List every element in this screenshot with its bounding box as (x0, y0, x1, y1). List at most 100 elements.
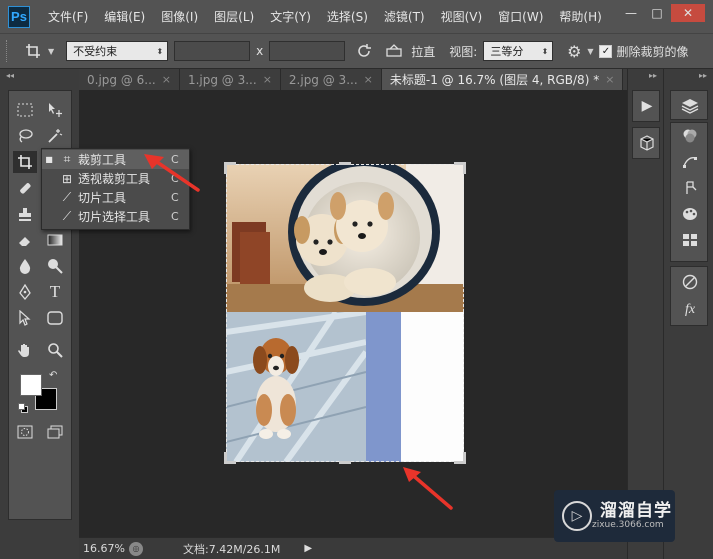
menu-window[interactable]: 窗口(W) (498, 8, 543, 25)
watermark-subtitle: zixue.3066.com (592, 520, 664, 530)
menu-layer[interactable]: 图层(L) (214, 8, 254, 25)
crop-handle-top-right[interactable] (454, 162, 466, 174)
menu-help[interactable]: 帮助(H) (559, 8, 601, 25)
menu-filter[interactable]: 滤镜(T) (384, 8, 425, 25)
crop-handle-top-left[interactable] (224, 162, 236, 174)
menu-view[interactable]: 视图(V) (441, 8, 483, 25)
menu-file[interactable]: 文件(F) (48, 8, 88, 25)
crop-handle-bottom-right[interactable] (454, 452, 466, 464)
chevron-down-icon[interactable]: ▼ (587, 47, 593, 56)
status-info-icon[interactable]: ◎ (129, 541, 143, 556)
layers-icon[interactable] (677, 95, 703, 117)
minimize-button[interactable]: — (619, 4, 643, 22)
annotation-arrow-flyout (144, 154, 200, 192)
swap-icon[interactable] (353, 41, 375, 61)
shape-tool-icon[interactable] (43, 307, 67, 329)
quick-mask-icon[interactable] (13, 421, 37, 443)
menu-select[interactable]: 选择(S) (327, 8, 368, 25)
tab-2jpg[interactable]: 2.jpg @ 3... × (281, 69, 382, 90)
type-tool-icon[interactable]: T (43, 281, 67, 303)
maximize-button[interactable]: □ (645, 4, 669, 22)
crop-tool-icon[interactable] (13, 151, 37, 173)
options-grip[interactable] (6, 40, 10, 62)
delete-cropped-label: 删除裁剪的像 (616, 44, 689, 59)
chevron-down-icon[interactable]: ▼ (48, 47, 54, 56)
close-icon[interactable]: × (263, 73, 272, 86)
close-button[interactable]: ✕ (671, 4, 705, 22)
collapse-arrows-icon[interactable]: ▸▸ (649, 71, 657, 80)
crop-handle-bottom-left[interactable] (224, 452, 236, 464)
move-tool-icon[interactable] (43, 99, 67, 121)
crop-handle-top-mid[interactable] (339, 162, 351, 165)
updown-icon: ⬍ (156, 46, 164, 56)
options-bar: ▼ 不受约束 ⬍ x 拉直 视图: 三等分 ⬍ ⚙ ▼ ✓ 删除裁剪的像 (0, 33, 713, 69)
adjustments-icon[interactable] (677, 271, 703, 293)
document-canvas[interactable] (224, 162, 466, 464)
screen-mode-icon[interactable] (43, 421, 67, 443)
collapse-arrows-icon[interactable]: ▸▸ (699, 71, 707, 80)
menu-edit[interactable]: 编辑(E) (104, 8, 145, 25)
zoom-tool-icon[interactable] (43, 339, 67, 361)
tab-label: 0.jpg @ 6... (87, 72, 156, 87)
status-menu-arrow-icon[interactable]: ▶ (304, 543, 312, 554)
delete-cropped-checkbox[interactable]: ✓ (599, 44, 613, 58)
crop-bounding-box[interactable] (226, 164, 464, 462)
color-palette-icon[interactable] (677, 203, 703, 225)
crop-icon: ⌗ (63, 152, 71, 166)
gear-icon[interactable]: ⚙ (563, 41, 585, 61)
history-icon[interactable] (677, 177, 703, 199)
zoom-level[interactable]: 16.67% (83, 542, 129, 555)
ratio-preset-select[interactable]: 不受约束 ⬍ (66, 41, 169, 61)
ratio-width-input[interactable] (174, 41, 251, 61)
perspective-crop-icon: ⊞ (61, 171, 73, 186)
lasso-tool-icon[interactable] (13, 125, 37, 147)
site-watermark: ▷ 溜溜自学 zixue.3066.com (547, 490, 675, 542)
ratio-height-input[interactable] (269, 41, 346, 61)
3d-panel-group (632, 127, 660, 159)
tools-column: ◂◂ T ↶ (0, 69, 79, 559)
actions-panel-group: ▶ (632, 90, 660, 122)
view-overlay-select[interactable]: 三等分 ⬍ (483, 41, 554, 61)
dodge-tool-icon[interactable] (43, 255, 67, 277)
gradient-tool-icon[interactable] (43, 229, 67, 251)
menu-image[interactable]: 图像(I) (161, 8, 198, 25)
close-icon[interactable]: × (364, 73, 373, 86)
swatches-icon[interactable] (677, 229, 703, 251)
tab-1jpg[interactable]: 1.jpg @ 3... × (180, 69, 281, 90)
styles-panel-group: fx (670, 266, 708, 326)
eraser-tool-icon[interactable] (13, 229, 37, 251)
hand-tool-icon[interactable] (13, 339, 37, 361)
document-tabs: 0.jpg @ 6... × 1.jpg @ 3... × 2.jpg @ 3...… (79, 69, 627, 90)
paths-icon[interactable] (677, 151, 703, 173)
blur-tool-icon[interactable] (13, 255, 37, 277)
selected-bullet-icon: ■ (45, 155, 53, 164)
document-size: 文档:7.42M/26.1M (183, 542, 281, 556)
swap-colors-icon[interactable]: ↶ (49, 370, 57, 381)
3d-cube-icon[interactable] (634, 132, 660, 154)
play-logo-icon: ▷ (562, 501, 592, 531)
default-colors-icon[interactable] (18, 403, 28, 413)
menu-type[interactable]: 文字(Y) (270, 8, 311, 25)
tab-0jpg[interactable]: 0.jpg @ 6... × (79, 69, 180, 90)
collapse-arrows-icon[interactable]: ◂◂ (6, 71, 14, 80)
foreground-color-swatch[interactable] (20, 374, 42, 396)
view-overlay-value: 三等分 (490, 45, 524, 58)
close-icon[interactable]: × (605, 73, 614, 86)
straighten-label[interactable]: 拉直 (411, 43, 435, 60)
layer-styles-fx-icon[interactable]: fx (677, 299, 703, 321)
crop-handle-bottom-mid[interactable] (339, 461, 351, 464)
healing-brush-tool-icon[interactable] (13, 177, 37, 199)
magic-wand-tool-icon[interactable] (43, 125, 67, 147)
marquee-tool-icon[interactable] (13, 99, 37, 121)
straighten-icon[interactable] (383, 41, 405, 61)
crop-tool-preset-icon[interactable] (20, 40, 46, 62)
flyout-item-slice-select[interactable]: ⟋ 切片选择工具 C (42, 207, 189, 226)
play-actions-icon[interactable]: ▶ (634, 95, 660, 117)
pen-tool-icon[interactable] (13, 281, 37, 303)
stamp-tool-icon[interactable] (13, 203, 37, 225)
path-selection-tool-icon[interactable] (13, 307, 37, 329)
close-icon[interactable]: × (162, 73, 171, 86)
tab-label: 2.jpg @ 3... (288, 72, 358, 87)
tab-untitled-1[interactable]: 未标题-1 @ 16.7% (图层 4, RGB/8) * × (381, 69, 624, 90)
channels-icon[interactable] (677, 125, 703, 147)
